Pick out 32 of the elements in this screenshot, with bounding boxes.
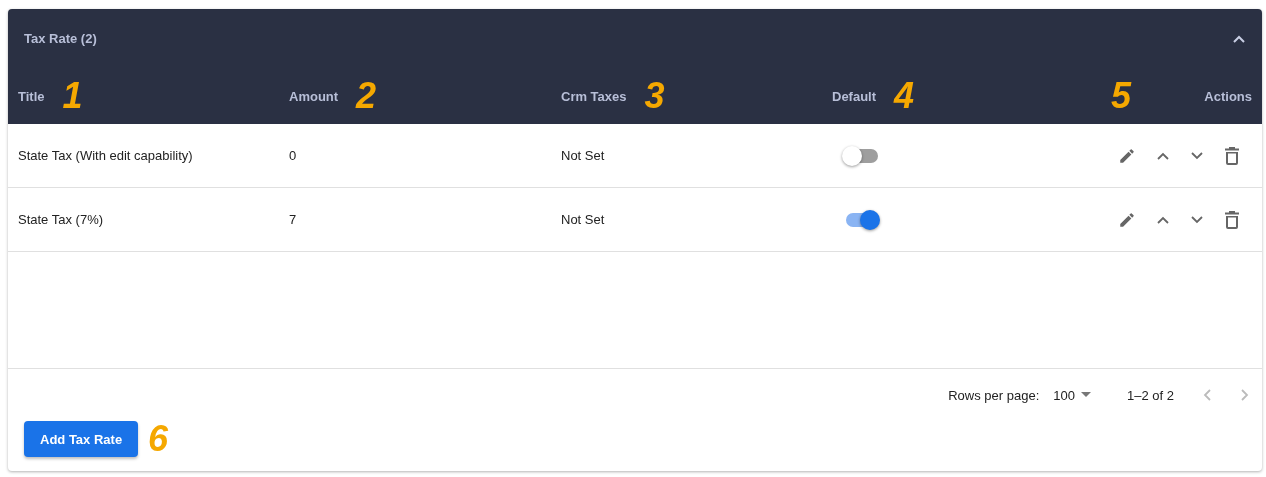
table-cell: Not Set	[561, 212, 605, 227]
callout-number: 3	[644, 78, 665, 114]
callout-number: 5	[1111, 78, 1132, 114]
column-header: Crm Taxes	[561, 88, 627, 104]
callout-number: 1	[62, 78, 83, 114]
table-cell: Not Set	[561, 148, 605, 163]
chevron-down-icon[interactable]	[1190, 214, 1204, 225]
callout-number: 6	[148, 421, 169, 457]
table-cell: 7	[289, 212, 297, 227]
callout-number: 2	[356, 78, 377, 114]
panel-title: Tax Rate (2)	[24, 31, 97, 46]
chevron-up-icon[interactable]	[1156, 214, 1170, 225]
trash-icon[interactable]	[1224, 146, 1240, 165]
rows-per-page-select[interactable]: 100	[1053, 387, 1091, 403]
pencil-icon[interactable]	[1118, 210, 1136, 229]
add-tax-rate-button[interactable]: Add Tax Rate	[24, 421, 139, 457]
page-range: 1–2 of 2	[1127, 387, 1174, 403]
chevron-up-icon[interactable]	[1232, 33, 1246, 44]
column-header: Title	[18, 88, 45, 104]
rows-per-page-label: Rows per page:	[948, 387, 1040, 403]
trash-icon[interactable]	[1224, 210, 1240, 229]
pencil-icon[interactable]	[1118, 146, 1136, 165]
table-cell: 0	[289, 148, 297, 163]
callout-number: 4	[894, 78, 915, 114]
dropdown-caret-icon	[1081, 392, 1091, 398]
column-header: Amount	[289, 88, 339, 104]
column-header: Actions	[1204, 88, 1252, 104]
chevron-up-icon[interactable]	[1156, 150, 1170, 161]
table-cell: State Tax (7%)	[18, 212, 104, 227]
table-cell: State Tax (With edit capability)	[18, 148, 193, 163]
chevron-down-icon[interactable]	[1190, 150, 1204, 161]
column-header: Default	[832, 88, 877, 104]
